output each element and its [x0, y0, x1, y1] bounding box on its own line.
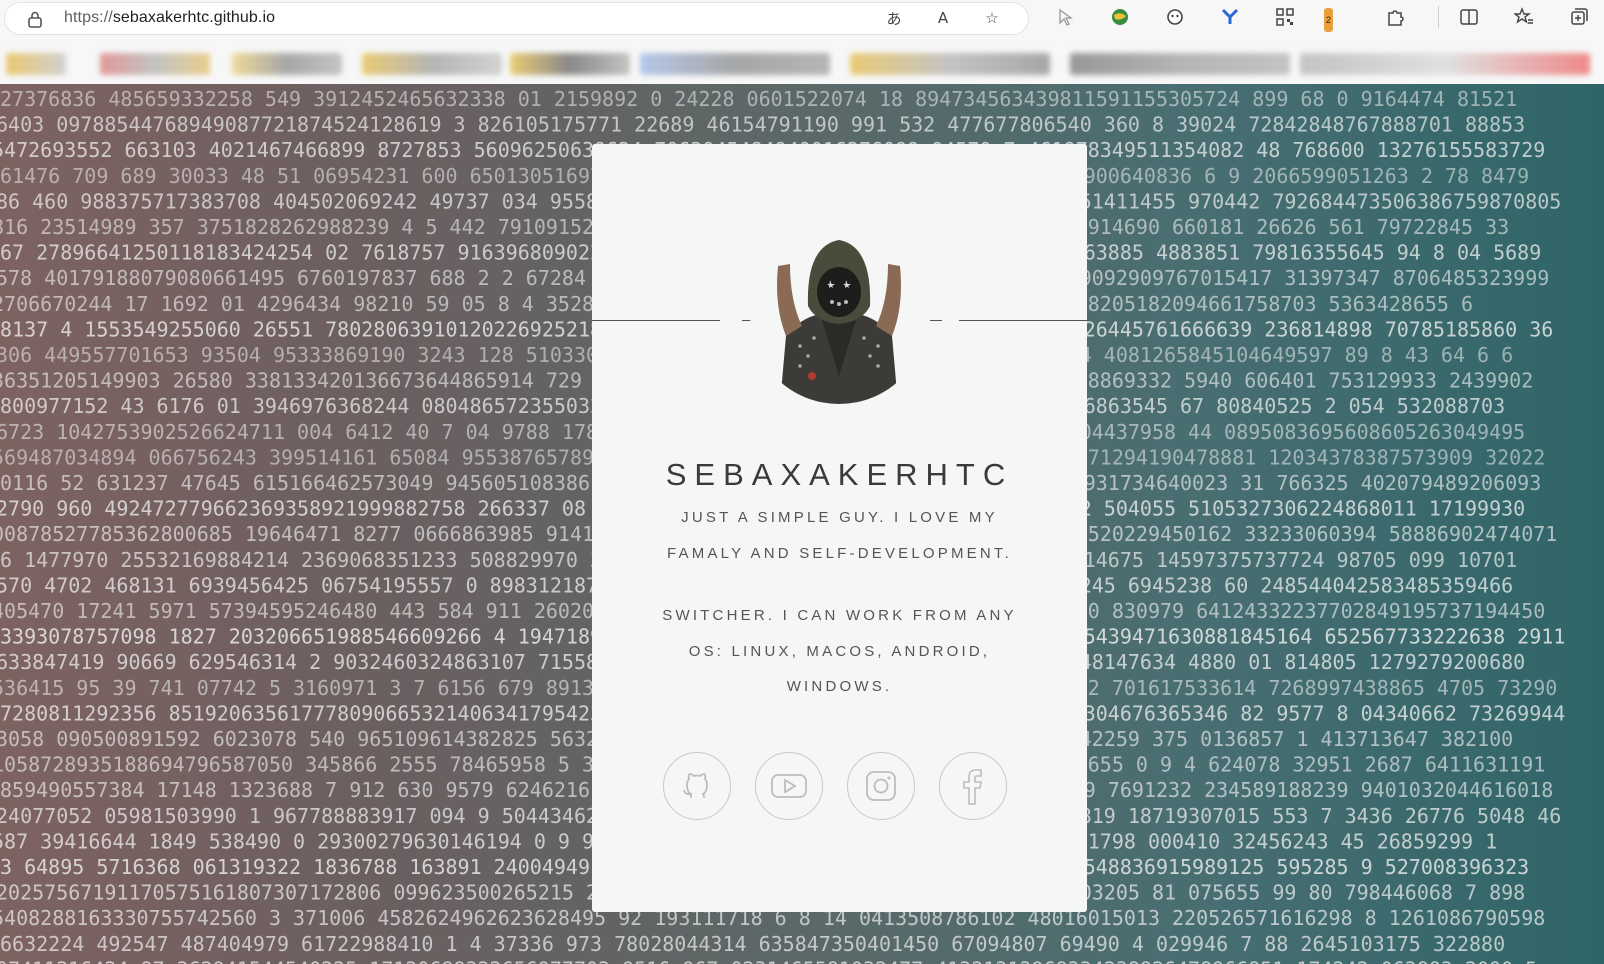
qr-code-icon[interactable] [1273, 5, 1297, 29]
bio-line: JUST A SIMPLE GUY. I LOVE MY [681, 509, 998, 526]
bio-line: WINDOWS. [786, 678, 893, 695]
bio-line: OS: LINUX, MACOS, ANDROID, [688, 643, 991, 660]
facebook-icon [963, 769, 982, 805]
lock-icon[interactable] [26, 10, 44, 28]
extension-badge: 2 [1324, 8, 1334, 32]
collections-icon[interactable] [1567, 5, 1591, 29]
favorite-star-icon[interactable]: ☆ [981, 7, 1003, 29]
divider-line [592, 320, 720, 321]
matrix-digit-row: 6632224 492547 487404979 61722988410 1 4… [0, 932, 1505, 956]
bio-line: SWITCHER. I CAN WORK FROM ANY [662, 607, 1017, 624]
bookmark-item[interactable] [362, 53, 502, 75]
profile-card: SEBAXAKERHTC JUST A SIMPLE GUY. I LOVE M… [592, 144, 1087, 912]
youtube-link[interactable] [755, 752, 823, 820]
bookmark-item[interactable] [232, 53, 342, 75]
toolbar-separator [1438, 6, 1439, 28]
globe-extension-icon[interactable] [1108, 5, 1132, 29]
bookmark-item[interactable] [6, 53, 66, 75]
bookmark-item[interactable] [100, 53, 210, 75]
instagram-link[interactable] [847, 752, 915, 820]
bio-line: FAMALY AND SELF-DEVELOPMENT. [667, 545, 1012, 562]
avatar [750, 226, 928, 404]
profile-name: SEBAXAKERHTC [665, 457, 1014, 492]
bookmark-item[interactable] [640, 53, 830, 75]
bookmark-item[interactable] [1300, 53, 1590, 75]
divider-line [959, 320, 1087, 321]
bookmark-item[interactable] [850, 53, 1050, 75]
favorites-icon[interactable] [1512, 5, 1536, 29]
bookmark-item[interactable] [510, 53, 630, 75]
address-bar[interactable]: https://sebaxakerhtc.github.io あ A ☆ [4, 2, 1029, 35]
search-extension-icon[interactable]: 2 [1324, 5, 1352, 32]
url-host: sebaxakerhtc.github.io [112, 9, 276, 26]
cursor-extension-icon[interactable] [1053, 5, 1077, 29]
ghostery-extension-icon[interactable] [1163, 5, 1187, 29]
yandex-extension-icon[interactable] [1218, 5, 1242, 29]
divider-line [930, 320, 942, 321]
split-screen-icon[interactable] [1457, 5, 1481, 29]
extensions-puzzle-icon[interactable] [1383, 5, 1407, 29]
github-icon [683, 773, 708, 799]
address-text[interactable]: https://sebaxakerhtc.github.io [64, 9, 275, 27]
translate-icon[interactable]: あ [883, 7, 905, 29]
bookmark-item[interactable] [1070, 53, 1290, 75]
instagram-icon [866, 771, 896, 801]
browser-toolbar: https://sebaxakerhtc.github.io あ A ☆ 2 [0, 0, 1604, 38]
page-background: 27376836 485659332258 549 39124524656323… [0, 84, 1604, 964]
matrix-digit-row: 07411216424 87 362941544540225 171206883… [0, 957, 1537, 964]
matrix-digit-row: 6403 09788544768949087721874524128619 3 … [0, 113, 1525, 137]
matrix-digit-row: 27376836 485659332258 549 39124524656323… [0, 87, 1517, 111]
facebook-link[interactable] [939, 752, 1007, 820]
github-link[interactable] [663, 752, 731, 820]
url-protocol: https:// [64, 9, 113, 26]
read-aloud-icon[interactable]: A [932, 7, 954, 29]
youtube-icon [771, 774, 807, 798]
bookmarks-bar [0, 38, 1604, 84]
